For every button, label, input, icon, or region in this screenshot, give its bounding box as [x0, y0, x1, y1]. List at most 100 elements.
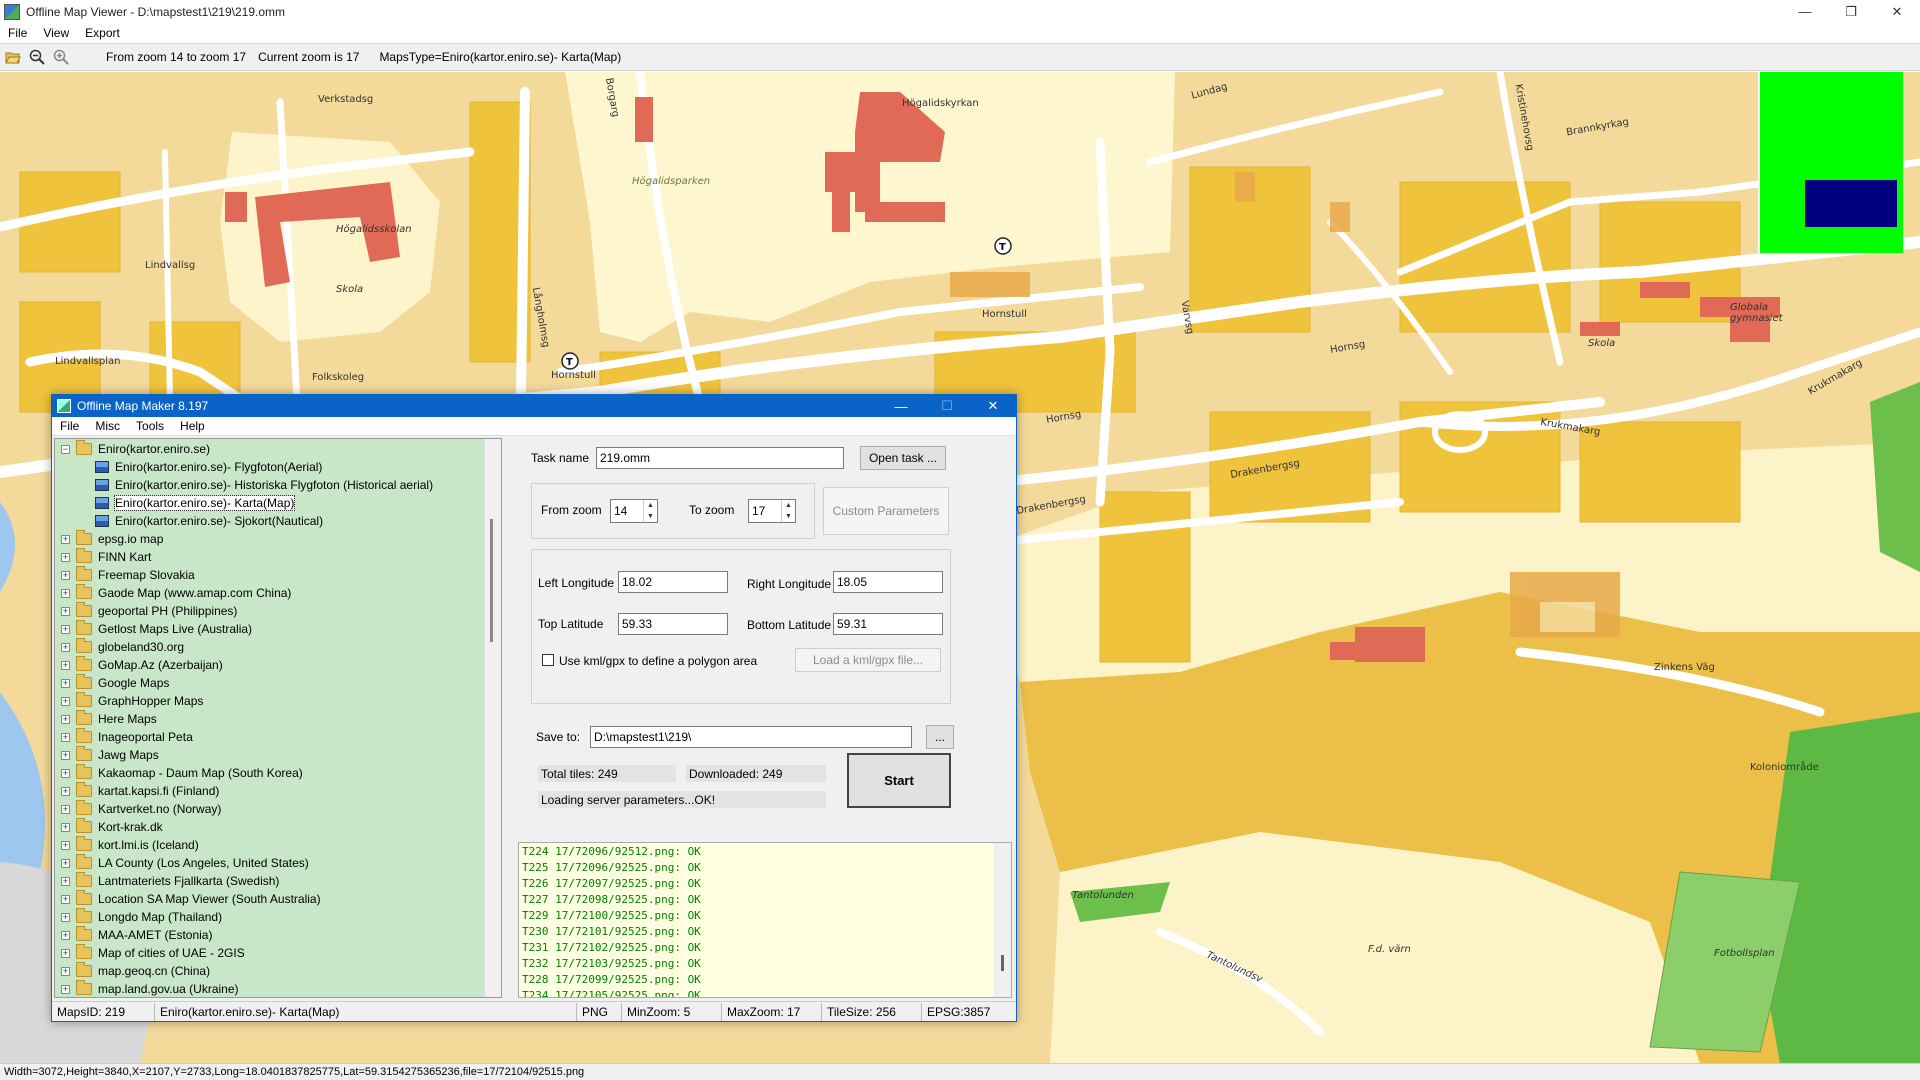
- expand-icon[interactable]: +: [61, 588, 70, 598]
- dialog-maximize-button[interactable]: ☐: [924, 395, 970, 417]
- tree-item-map[interactable]: Eniro(kartor.eniro.se)- Sjokort(Nautical…: [95, 512, 323, 530]
- dialog-minimize-button[interactable]: —: [878, 395, 924, 417]
- menu-view[interactable]: View: [35, 26, 77, 40]
- tree-item-folder[interactable]: + LA County (Los Angeles, United States): [55, 854, 309, 872]
- tree-item-root[interactable]: − Eniro(kartor.eniro.se): [55, 440, 210, 458]
- folder-icon: [76, 584, 92, 599]
- tree-item-folder[interactable]: + Inageoportal Peta: [55, 728, 193, 746]
- zoom-out-icon[interactable]: [26, 46, 48, 68]
- tree-item-folder[interactable]: + kort.lmi.is (Iceland): [55, 836, 199, 854]
- tree-item-map[interactable]: Eniro(kartor.eniro.se)- Flygfoton(Aerial…: [95, 458, 322, 476]
- expand-icon[interactable]: +: [61, 786, 70, 796]
- save-to-input[interactable]: D:\mapstest1\219\: [590, 726, 912, 748]
- tree-item-folder[interactable]: + FINN Kart: [55, 548, 151, 566]
- expand-icon[interactable]: +: [61, 642, 70, 652]
- expand-icon[interactable]: +: [61, 606, 70, 616]
- from-zoom-spinner[interactable]: 14 ▲ ▼: [610, 499, 658, 523]
- minimize-button[interactable]: —: [1782, 0, 1828, 23]
- task-name-input[interactable]: 219.omm: [596, 447, 844, 469]
- expand-icon[interactable]: +: [61, 714, 70, 724]
- expand-icon[interactable]: +: [61, 696, 70, 706]
- expand-icon[interactable]: +: [61, 570, 70, 580]
- tree-item-folder[interactable]: + epsg.io map: [55, 530, 163, 548]
- minimap-viewport[interactable]: [1805, 180, 1897, 227]
- tree-item-folder[interactable]: + globeland30.org: [55, 638, 184, 656]
- collapse-icon[interactable]: −: [61, 444, 70, 454]
- tree-scrollbar[interactable]: [484, 439, 501, 997]
- tree-item-folder[interactable]: + map.land.gov.ua (Ukraine): [55, 980, 239, 997]
- log-scrollbar[interactable]: [994, 843, 1011, 997]
- tree-item-folder[interactable]: + MAA-AMET (Estonia): [55, 926, 212, 944]
- open-folder-icon[interactable]: [2, 46, 24, 68]
- dialog-menu-file[interactable]: File: [52, 419, 87, 433]
- spinner-arrows-icon[interactable]: ▲ ▼: [781, 500, 795, 522]
- overview-minimap[interactable]: [1758, 72, 1903, 253]
- tree-item-folder[interactable]: + Jawg Maps: [55, 746, 159, 764]
- tree-item-folder[interactable]: + Map of cities of UAE - 2GIS: [55, 944, 245, 962]
- download-log[interactable]: T224 17/72096/92512.png: OK T225 17/72096…: [518, 842, 1012, 998]
- browse-button[interactable]: ...: [926, 725, 954, 749]
- spinner-arrows-icon[interactable]: ▲ ▼: [643, 500, 657, 522]
- expand-icon[interactable]: +: [61, 948, 70, 958]
- use-kml-checkbox[interactable]: [542, 654, 554, 666]
- start-button[interactable]: Start: [847, 753, 951, 808]
- expand-icon[interactable]: +: [61, 930, 70, 940]
- close-button[interactable]: ✕: [1874, 0, 1920, 23]
- expand-icon[interactable]: +: [61, 804, 70, 814]
- expand-icon[interactable]: +: [61, 858, 70, 868]
- log-scroll-thumb[interactable]: [1001, 955, 1004, 971]
- tree-item-folder[interactable]: + GoMap.Az (Azerbaijan): [55, 656, 223, 674]
- expand-icon[interactable]: +: [61, 840, 70, 850]
- expand-icon[interactable]: +: [61, 678, 70, 688]
- tree-item-folder[interactable]: + Kartverket.no (Norway): [55, 800, 221, 818]
- load-kml-button[interactable]: Load a kml/gpx file...: [795, 648, 941, 672]
- menu-file[interactable]: File: [0, 26, 35, 40]
- menu-export[interactable]: Export: [77, 26, 128, 40]
- tree-item-folder[interactable]: + Here Maps: [55, 710, 157, 728]
- expand-icon[interactable]: +: [61, 624, 70, 634]
- custom-parameters-button[interactable]: Custom Parameters: [823, 487, 949, 535]
- zoom-in-icon[interactable]: [50, 46, 72, 68]
- expand-icon[interactable]: +: [61, 876, 70, 886]
- dialog-close-button[interactable]: ✕: [970, 395, 1016, 417]
- tree-item-folder[interactable]: + Kakaomap - Daum Map (South Korea): [55, 764, 303, 782]
- tree-item-folder[interactable]: + Lantmateriets Fjallkarta (Swedish): [55, 872, 279, 890]
- tree-item-folder[interactable]: + Gaode Map (www.amap.com China): [55, 584, 291, 602]
- tree-item-folder[interactable]: + Kort-krak.dk: [55, 818, 163, 836]
- dialog-menu-help[interactable]: Help: [172, 419, 213, 433]
- open-task-button[interactable]: Open task ...: [860, 446, 946, 470]
- expand-icon[interactable]: +: [61, 732, 70, 742]
- expand-icon[interactable]: +: [61, 750, 70, 760]
- expand-icon[interactable]: +: [61, 894, 70, 904]
- expand-icon[interactable]: +: [61, 552, 70, 562]
- tree-item-folder[interactable]: + kartat.kapsi.fi (Finland): [55, 782, 219, 800]
- to-zoom-spinner[interactable]: 17 ▲ ▼: [748, 499, 796, 523]
- expand-icon[interactable]: +: [61, 660, 70, 670]
- tree-item-folder[interactable]: + Getlost Maps Live (Australia): [55, 620, 252, 638]
- expand-icon[interactable]: +: [61, 534, 70, 544]
- dialog-menu-misc[interactable]: Misc: [87, 419, 128, 433]
- tree-item-map[interactable]: Eniro(kartor.eniro.se)- Karta(Map): [95, 494, 296, 512]
- tree-item-folder[interactable]: + Freemap Slovakia: [55, 566, 195, 584]
- use-kml-label[interactable]: Use kml/gpx to define a polygon area: [559, 654, 757, 668]
- tree-item-folder[interactable]: + geoportal PH (Philippines): [55, 602, 237, 620]
- left-longitude-input[interactable]: 18.02: [618, 571, 728, 593]
- expand-icon[interactable]: +: [61, 822, 70, 832]
- bottom-latitude-input[interactable]: 59.31: [833, 613, 943, 635]
- dialog-menu-tools[interactable]: Tools: [128, 419, 172, 433]
- restore-button[interactable]: ❐: [1828, 0, 1874, 23]
- tree-item-map[interactable]: Eniro(kartor.eniro.se)- Historiska Flygf…: [95, 476, 433, 494]
- tree-item-folder[interactable]: + Longdo Map (Thailand): [55, 908, 222, 926]
- map-source-tree[interactable]: − Eniro(kartor.eniro.se) Eniro(kartor.en…: [54, 438, 502, 998]
- right-longitude-input[interactable]: 18.05: [833, 571, 943, 593]
- tree-scroll-thumb[interactable]: [490, 519, 493, 642]
- top-latitude-input[interactable]: 59.33: [618, 613, 728, 635]
- expand-icon[interactable]: +: [61, 768, 70, 778]
- tree-item-folder[interactable]: + map.geoq.cn (China): [55, 962, 210, 980]
- tree-item-folder[interactable]: + GraphHopper Maps: [55, 692, 203, 710]
- expand-icon[interactable]: +: [61, 912, 70, 922]
- expand-icon[interactable]: +: [61, 984, 70, 994]
- tree-item-folder[interactable]: + Location SA Map Viewer (South Australia…: [55, 890, 321, 908]
- tree-item-folder[interactable]: + Google Maps: [55, 674, 169, 692]
- expand-icon[interactable]: +: [61, 966, 70, 976]
